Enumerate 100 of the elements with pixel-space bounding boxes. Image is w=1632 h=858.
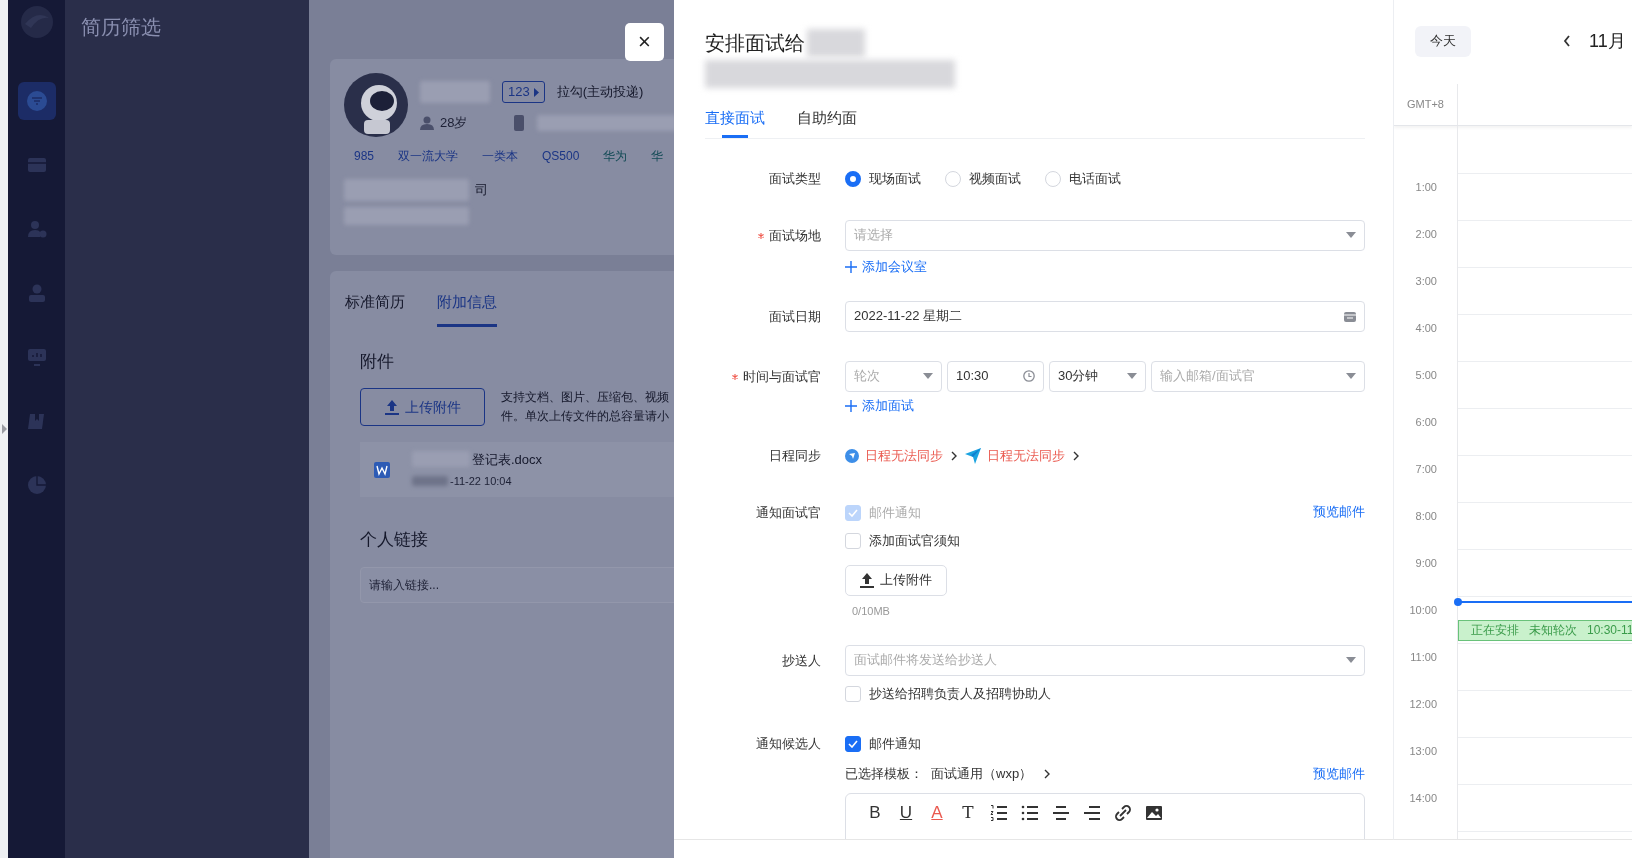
add-interview-link[interactable]: 添加面试 bbox=[845, 396, 914, 415]
bold-button[interactable]: B bbox=[866, 801, 884, 824]
hour-label: 6:00 bbox=[1415, 416, 1437, 428]
close-button[interactable]: × bbox=[625, 23, 664, 61]
calendar-event[interactable]: 正在安排 未知轮次 10:30-11 bbox=[1458, 620, 1632, 641]
month-title: 11月 bbox=[1589, 29, 1626, 53]
person-icon bbox=[420, 115, 434, 130]
radio-label: 视频面试 bbox=[969, 169, 1021, 188]
previous-button[interactable] bbox=[1563, 35, 1571, 47]
today-button[interactable]: 今天 bbox=[1415, 25, 1471, 57]
upload-button[interactable]: 上传附件 bbox=[845, 564, 947, 596]
template-link[interactable]: 面试通用（wxp） bbox=[931, 763, 1051, 784]
caret-down-icon bbox=[923, 373, 933, 379]
calendar-icon bbox=[1344, 310, 1356, 322]
check-icon bbox=[848, 739, 858, 748]
hour-label: 4:00 bbox=[1415, 322, 1437, 334]
monitor-icon bbox=[26, 347, 47, 367]
hour-label: 10:00 bbox=[1409, 604, 1437, 616]
field-label: 日程同步 bbox=[768, 446, 821, 465]
field-label: 抄送人 bbox=[781, 651, 821, 670]
source-label: 拉勾(主动投递) bbox=[556, 83, 644, 102]
caret-down-icon bbox=[1127, 373, 1137, 379]
section-heading: 附件 bbox=[360, 350, 395, 373]
hour-label: 9:00 bbox=[1415, 557, 1437, 569]
tab[interactable]: 自助约面 bbox=[797, 106, 857, 138]
field-label: 面试场地 bbox=[705, 219, 821, 251]
plus-icon bbox=[845, 399, 857, 412]
document-icon bbox=[374, 461, 390, 478]
caret-down-icon bbox=[1346, 373, 1356, 379]
add-room-link[interactable]: 添加会议室 bbox=[845, 257, 927, 276]
hour-label: 1:00 bbox=[1415, 181, 1437, 193]
tab[interactable]: 直接面试 bbox=[705, 106, 765, 138]
link-icon bbox=[1114, 803, 1132, 822]
hour-label: 11:00 bbox=[1410, 651, 1437, 663]
field-label: 通知面试官 bbox=[755, 503, 821, 522]
hour-label: 7:00 bbox=[1415, 463, 1437, 475]
caret-right-icon bbox=[533, 87, 539, 97]
book-icon bbox=[26, 411, 47, 431]
tag: 一类本 bbox=[482, 147, 519, 165]
hint-text: 件。单次上传文件的总容量请小 bbox=[501, 408, 669, 425]
tag: 华为 bbox=[603, 147, 628, 165]
check-icon bbox=[848, 508, 858, 517]
hour-label: 12:00 bbox=[1409, 698, 1437, 710]
avatar-icon bbox=[344, 73, 408, 137]
user-gear-icon bbox=[26, 219, 47, 239]
field-label: 时间与面试官 bbox=[705, 360, 821, 392]
required-icon bbox=[732, 374, 738, 381]
radio-label: 电话面试 bbox=[1069, 169, 1121, 188]
date-picker[interactable]: 2022-11-22 星期二 bbox=[845, 300, 1365, 332]
count-badge[interactable]: 123 bbox=[502, 81, 545, 103]
compass-icon bbox=[845, 448, 859, 463]
bullet-list-icon bbox=[1021, 803, 1039, 822]
plus-icon bbox=[845, 260, 857, 273]
quota-text: 0/10MB bbox=[852, 603, 890, 619]
round-select[interactable]: 轮次 bbox=[845, 360, 942, 392]
radio-label: 现场面试 bbox=[869, 169, 921, 188]
section-heading: 个人链接 bbox=[360, 529, 429, 551]
phone-icon bbox=[513, 114, 526, 131]
field-label: 通知候选人 bbox=[755, 734, 821, 753]
upload-button[interactable]: 上传附件 bbox=[360, 388, 485, 426]
resume-tab[interactable]: 附加信息 bbox=[437, 291, 497, 327]
hour-label: 3:00 bbox=[1415, 275, 1437, 287]
tag: 985 bbox=[354, 147, 375, 165]
tag: 华 bbox=[651, 147, 664, 165]
preview-email-link[interactable]: 预览邮件 bbox=[1313, 764, 1365, 783]
time-picker[interactable]: 10:30 bbox=[947, 360, 1044, 392]
sidebar-item[interactable] bbox=[17, 82, 56, 120]
checkbox-label: 邮件通知 bbox=[869, 503, 921, 522]
chevron-left-icon bbox=[1563, 35, 1571, 47]
company-text: 司 bbox=[475, 181, 488, 200]
age-text: 28岁 bbox=[440, 114, 468, 132]
paper-plane-icon bbox=[965, 447, 981, 464]
radio-button[interactable] bbox=[845, 170, 861, 187]
size-button[interactable]: T bbox=[959, 801, 977, 824]
interviewer-select[interactable]: 输入邮箱/面试官 bbox=[1151, 360, 1365, 392]
drawer-title: 安排面试给 bbox=[705, 31, 805, 56]
duration-select[interactable]: 30分钟 bbox=[1049, 360, 1146, 392]
field-label: 面试类型 bbox=[768, 169, 821, 188]
checkbox-label: 邮件通知 bbox=[869, 734, 921, 753]
hour-slot[interactable]: 正在安排 未知轮次 10:30-11 bbox=[1458, 596, 1632, 643]
tag: QS500 bbox=[542, 147, 580, 165]
underline-button[interactable]: U bbox=[897, 801, 915, 824]
color-button[interactable]: A bbox=[928, 801, 946, 824]
sync-status-link[interactable]: 日程无法同步 bbox=[985, 445, 1065, 466]
chevron-right-icon bbox=[1044, 768, 1051, 779]
sync-status-link[interactable]: 日程无法同步 bbox=[863, 445, 943, 466]
preview-email-link[interactable]: 预览邮件 bbox=[1313, 502, 1365, 521]
caret-down-icon bbox=[1346, 232, 1356, 238]
file-time: -11-22 10:04 bbox=[450, 474, 512, 489]
file-item[interactable]: 登记表.docx -11-22 10:04 bbox=[360, 442, 674, 497]
page-title: 简历筛选 bbox=[81, 15, 162, 40]
blurred-name bbox=[807, 29, 865, 57]
tray-icon bbox=[26, 155, 47, 175]
hour-label: 13:00 bbox=[1409, 745, 1437, 757]
link-input[interactable]: 请输入链接... bbox=[360, 566, 674, 603]
hour-label: 5:00 bbox=[1415, 369, 1437, 381]
hint-text: 支持文档、图片、压缩包、视频 bbox=[501, 389, 669, 406]
checkbox[interactable] bbox=[845, 735, 861, 752]
resume-tab[interactable]: 标准简历 bbox=[345, 291, 405, 327]
email-editor[interactable]: B U A T bbox=[845, 792, 1365, 839]
